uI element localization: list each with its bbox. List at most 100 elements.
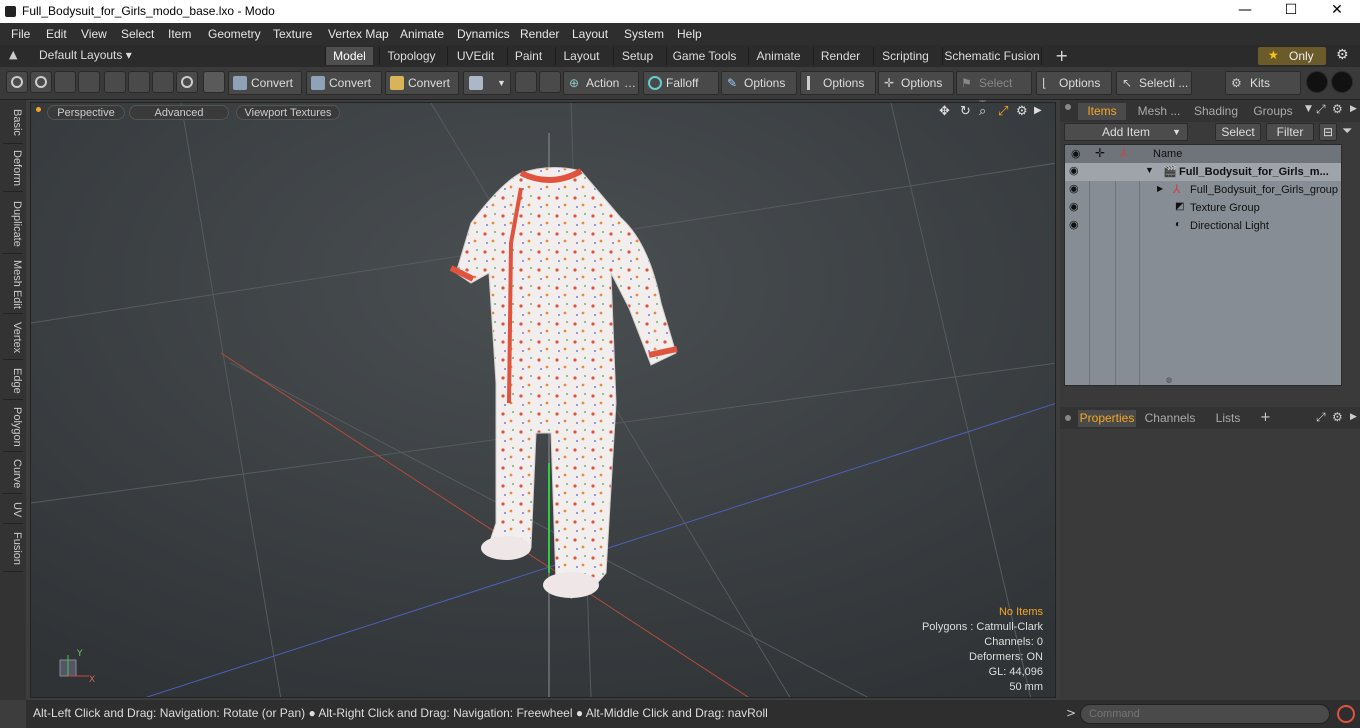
tab-groups[interactable]: Groups — [1248, 103, 1298, 120]
tab-render[interactable]: Render — [813, 47, 867, 65]
maximize-panel-icon[interactable]: ⤢ — [1316, 410, 1326, 425]
stack-icon[interactable] — [104, 71, 126, 93]
panel-gear-icon[interactable]: ⚙ — [1332, 410, 1343, 424]
tab-shading[interactable]: Shading — [1190, 103, 1242, 120]
menu-animate[interactable]: Animate — [400, 27, 444, 41]
menu-file[interactable]: File — [11, 27, 30, 41]
add-layout-button[interactable]: + — [1055, 46, 1068, 65]
viewport-expand-icon[interactable]: ▶ — [1034, 105, 1042, 116]
panel-gear-icon[interactable]: ⚙ — [1332, 102, 1343, 116]
visibility-eye-icon[interactable]: ◉ — [1069, 220, 1083, 231]
visibility-eye-icon[interactable]: ◉ — [1069, 166, 1083, 177]
grid-icon[interactable] — [128, 71, 150, 93]
tab-layout[interactable]: Layout — [555, 47, 607, 65]
maximize-panel-icon[interactable]: ⤢ — [1316, 102, 1326, 117]
panel-menu-dot[interactable] — [1065, 104, 1071, 110]
record-icon[interactable] — [1337, 705, 1355, 723]
tab-mesh[interactable]: Mesh ... — [1132, 103, 1186, 120]
circle-icon[interactable] — [176, 71, 198, 93]
tab-fusion[interactable]: Fusion — [3, 526, 23, 572]
chevron-down-icon[interactable]: ▼ — [1305, 104, 1312, 114]
zoom-icon[interactable]: ⌕ — [979, 104, 986, 119]
rotate-view-icon[interactable]: ↻ — [960, 104, 971, 119]
panel-expand-icon[interactable]: ▶ — [1350, 104, 1357, 114]
tab-uv[interactable]: UV — [3, 496, 23, 524]
command-input[interactable] — [1080, 704, 1330, 724]
list-item[interactable]: ◉ ▶ ⅄ Full_Bodysuit_for_Girls_group — [1065, 181, 1341, 199]
viewport-textures-dropdown[interactable]: Viewport Textures — [236, 105, 340, 120]
tab-model[interactable]: Model — [325, 47, 373, 65]
menu-edit[interactable]: Edit — [46, 27, 67, 41]
list-options-icon[interactable]: ⊟ — [1319, 123, 1337, 141]
maximize-button[interactable]: ☐ — [1268, 0, 1314, 23]
panel-expand-icon[interactable]: ▶ — [1350, 412, 1357, 422]
tab-items[interactable]: Items — [1078, 103, 1126, 120]
only-toggle[interactable]: ★ Only — [1258, 47, 1326, 65]
tab-basic[interactable]: Basic — [3, 102, 23, 144]
funnel-icon[interactable]: ⏷ — [1342, 124, 1352, 139]
list-item[interactable]: ◉ ◐ Directional Light — [1065, 217, 1341, 235]
tab-mesh-edit[interactable]: Mesh Edit — [3, 256, 23, 314]
menu-select[interactable]: Select — [121, 27, 154, 41]
symmetry-icon[interactable] — [539, 71, 561, 93]
menu-system[interactable]: System — [624, 27, 664, 41]
close-button[interactable]: ✕ — [1314, 0, 1360, 23]
3d-viewport[interactable]: Perspective Advanced Viewport Textures ✥… — [30, 102, 1056, 698]
tab-game-tools[interactable]: Game Tools — [666, 47, 742, 65]
select-button[interactable]: Select — [1215, 123, 1261, 141]
filter-button[interactable]: Filter — [1266, 123, 1314, 141]
square-icon[interactable] — [152, 71, 174, 93]
menu-texture[interactable]: Texture — [273, 27, 312, 41]
maximize-view-icon[interactable]: ⤢ — [998, 104, 1008, 119]
options-button-4[interactable]: ⌊ Options — [1036, 71, 1112, 95]
viewport-menu-dot[interactable] — [36, 107, 41, 112]
scroll-handle[interactable]: ◍ — [1166, 376, 1172, 384]
panel-menu-dot[interactable] — [1065, 415, 1071, 421]
visibility-eye-icon[interactable]: ◉ — [1069, 184, 1083, 195]
shield-icon[interactable] — [203, 71, 225, 93]
minimize-button[interactable]: — — [1222, 0, 1268, 23]
visibility-eye-icon[interactable]: ◉ — [1069, 202, 1083, 213]
select-vertices-icon[interactable] — [6, 71, 28, 93]
collapse-arrow-icon[interactable]: ▼ — [1145, 165, 1154, 175]
tab-polygon[interactable]: Polygon — [3, 402, 23, 452]
tab-duplicate[interactable]: Duplicate — [3, 194, 23, 254]
tab-properties[interactable]: Properties — [1078, 410, 1136, 427]
tab-channels[interactable]: Channels — [1142, 410, 1198, 427]
tab-vertex[interactable]: Vertex — [3, 316, 23, 360]
menu-render[interactable]: Render — [520, 27, 559, 41]
convert-button-3[interactable]: Convert — [385, 71, 459, 95]
menu-help[interactable]: Help — [677, 27, 702, 41]
tab-topology[interactable]: Topology — [379, 47, 443, 65]
sphere-icon[interactable] — [30, 71, 52, 93]
tab-edge[interactable]: Edge — [3, 362, 23, 400]
convert-button-2[interactable]: Convert — [306, 71, 382, 95]
primitive-dropdown[interactable]: ▼ — [463, 71, 511, 95]
tab-paint[interactable]: Paint — [507, 47, 549, 65]
tab-schematic-fusion[interactable]: Schematic Fusion — [942, 47, 1042, 65]
perspective-dropdown[interactable]: Perspective — [47, 105, 125, 120]
list-item[interactable]: ◉ ◩ Texture Group — [1065, 199, 1341, 217]
tab-uvedit[interactable]: UVEdit — [447, 47, 503, 65]
snap-icon[interactable] — [515, 71, 537, 93]
options-button-3[interactable]: ✛ Options — [878, 71, 954, 95]
add-tab-button[interactable]: + — [1260, 410, 1271, 425]
falloff-button[interactable]: Falloff — [643, 71, 719, 95]
menu-vertex-map[interactable]: Vertex Map — [328, 27, 389, 41]
menu-item[interactable]: Item — [168, 27, 191, 41]
viewport-gear-icon[interactable]: ⚙ — [1016, 104, 1028, 119]
menu-geometry[interactable]: Geometry — [208, 27, 261, 41]
tab-scripting[interactable]: Scripting — [873, 47, 937, 65]
menu-layout[interactable]: Layout — [572, 27, 608, 41]
action-center-button[interactable]: ⊕ Action … — [563, 71, 639, 95]
collapse-up-icon[interactable]: ▲ — [9, 48, 17, 61]
select-through-button[interactable]: ⚑ Select T... — [956, 71, 1032, 112]
tab-deform[interactable]: Deform — [3, 146, 23, 192]
unity-icon[interactable] — [1306, 71, 1328, 93]
layout-selector[interactable]: Default Layouts ▾ — [39, 48, 132, 62]
kits-button[interactable]: ⚙ Kits — [1225, 71, 1301, 95]
options-button-1[interactable]: ✎ Options — [721, 71, 797, 95]
tab-curve[interactable]: Curve — [3, 454, 23, 494]
convert-button-1[interactable]: Convert — [228, 71, 302, 95]
move-view-icon[interactable]: ✥ — [939, 104, 950, 119]
